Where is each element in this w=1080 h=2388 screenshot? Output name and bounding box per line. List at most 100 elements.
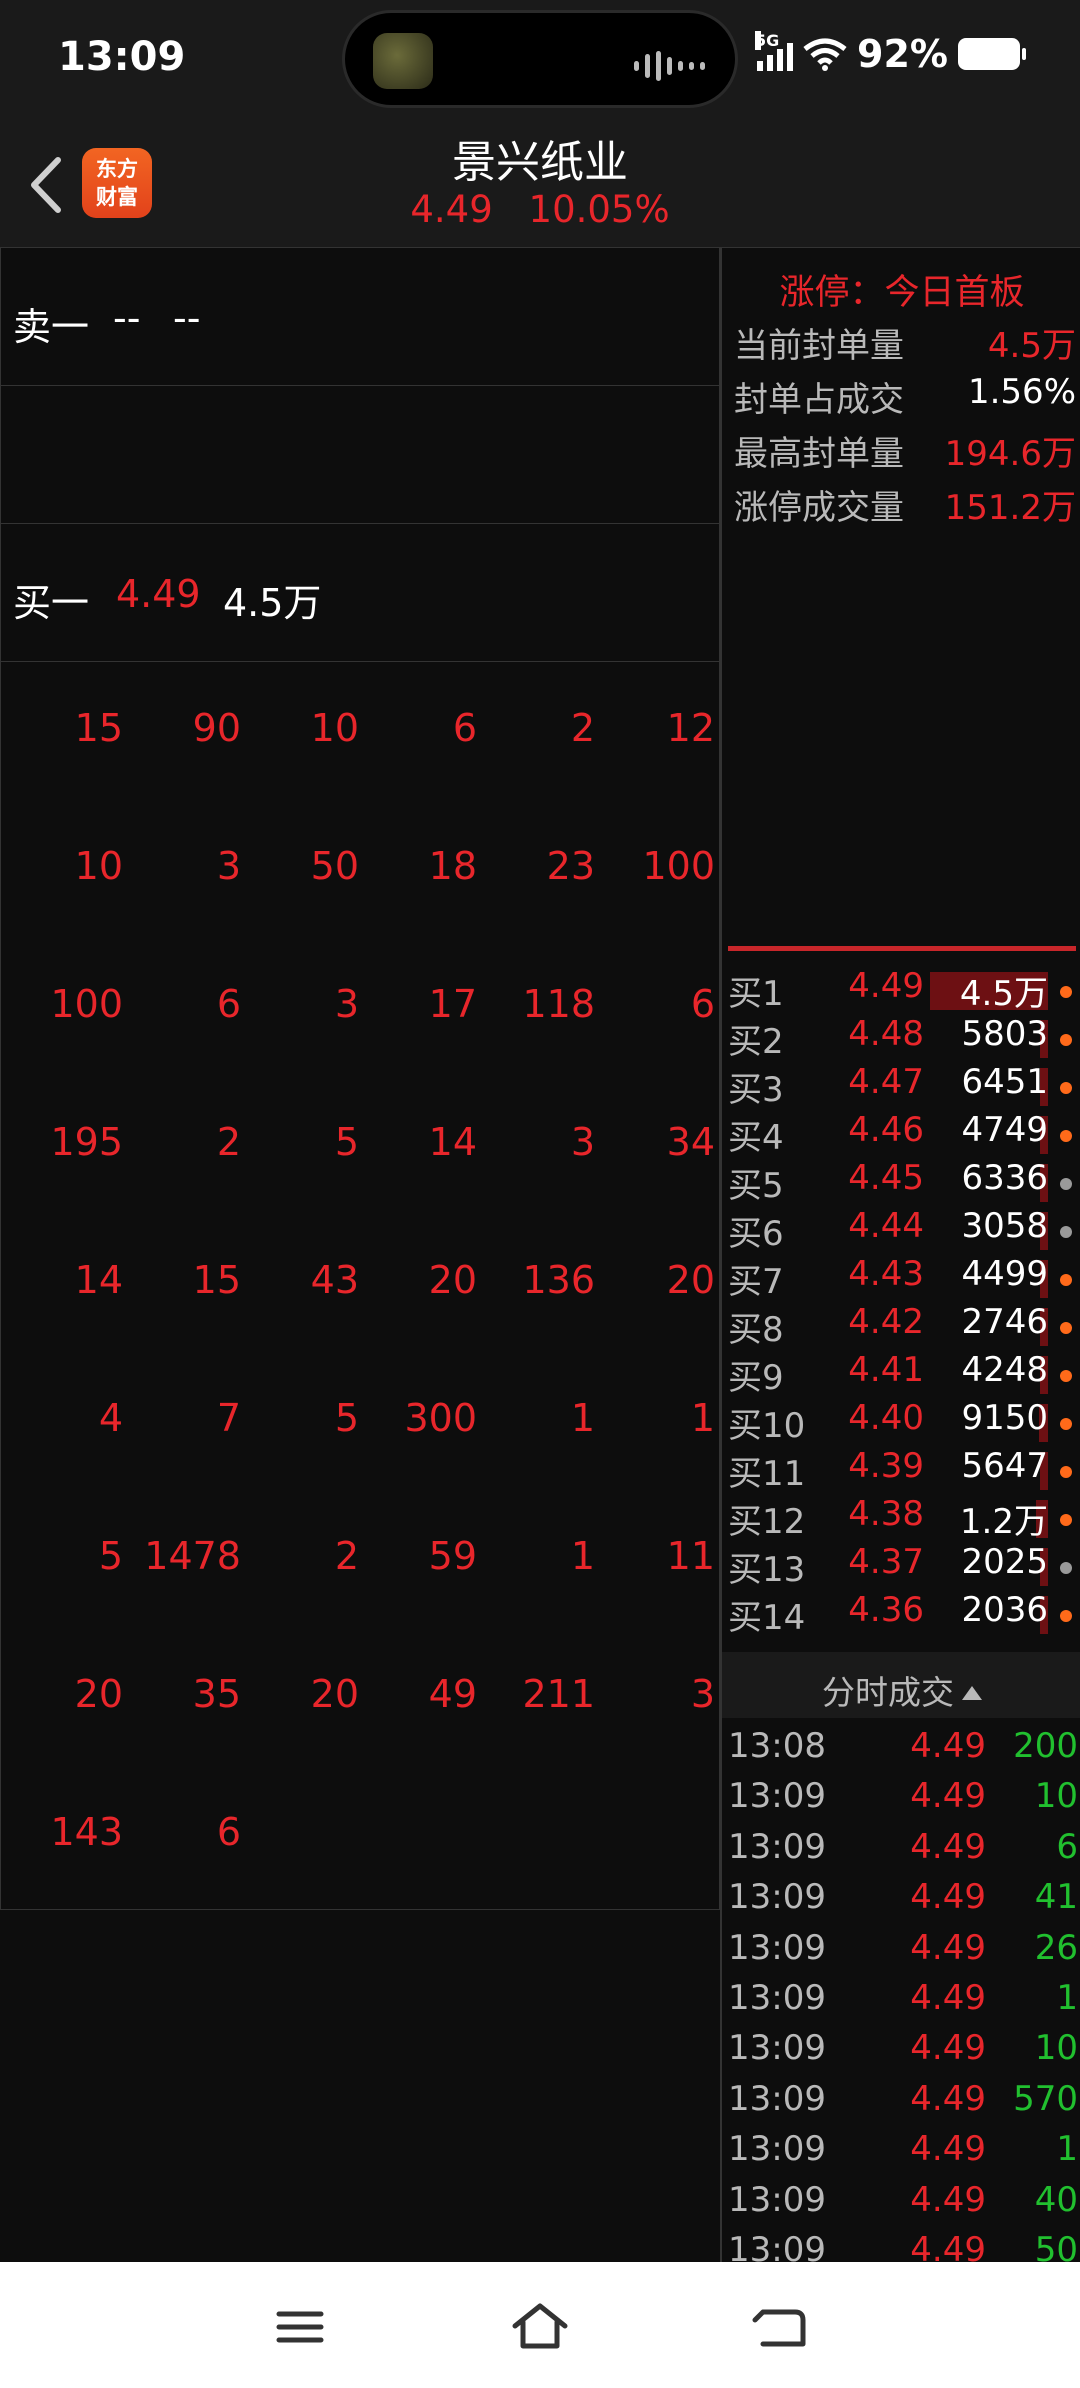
buy-queue-label: 买7 xyxy=(728,1262,784,1302)
sort-up-icon xyxy=(962,1686,982,1700)
limit-stat-value: 4.5万 xyxy=(987,326,1076,366)
buy-queue-volume: 6336 xyxy=(961,1158,1048,1198)
buy-queue-label: 买4 xyxy=(728,1118,784,1158)
media-thumbnail xyxy=(373,33,433,89)
buy-queue-price: 4.39 xyxy=(848,1446,924,1486)
order-grid-cell: 20 xyxy=(666,1258,715,1302)
buy-queue-row[interactable]: 买6 4.44 3058 xyxy=(722,1206,1080,1254)
stock-price: 4.49 xyxy=(410,188,493,231)
stock-header: 东方 财富 景兴纸业 4.49 10.05% xyxy=(0,120,1080,248)
buy-queue-volume: 2025 xyxy=(961,1542,1048,1582)
queue-status-dot-icon xyxy=(1060,1034,1072,1046)
menu-icon[interactable] xyxy=(265,2292,335,2362)
order-grid-cell: 23 xyxy=(546,844,595,888)
order-grid-cell: 5 xyxy=(98,1534,123,1578)
order-grid-row: 5 1478 2 59 1 11 xyxy=(1,1490,721,1628)
home-icon[interactable] xyxy=(505,2292,575,2362)
order-grid-cell: 6 xyxy=(690,982,715,1026)
buy-queue-volume: 4749 xyxy=(961,1110,1048,1150)
buy-queue-label: 买10 xyxy=(728,1406,806,1446)
order-grid-cell: 50 xyxy=(310,844,359,888)
buy-queue-row[interactable]: 买14 4.36 2036 xyxy=(722,1590,1080,1638)
buy-queue-price: 4.42 xyxy=(848,1302,924,1342)
queue-status-dot-icon xyxy=(1060,1418,1072,1430)
buy-queue-row[interactable]: 买5 4.45 6336 xyxy=(722,1158,1080,1206)
buy-one-price: 4.49 xyxy=(116,572,201,616)
tick-row: 13:09 4.49 570 xyxy=(722,2079,1080,2129)
tick-row: 13:09 4.49 10 xyxy=(722,2028,1080,2078)
status-indicators: 5G 92% xyxy=(755,31,1026,76)
sell-one-row[interactable]: 卖一 -- -- xyxy=(0,248,720,386)
queue-status-dot-icon xyxy=(1060,1322,1072,1334)
buy-queue-price: 4.47 xyxy=(848,1062,924,1102)
buy-queue-row[interactable]: 买9 4.41 4248 xyxy=(722,1350,1080,1398)
buy-queue-price: 4.40 xyxy=(848,1398,924,1438)
back-icon[interactable] xyxy=(745,2292,815,2362)
limit-stat-row: 最高封单量 194.6万 xyxy=(734,426,1076,480)
order-grid-row: 15 90 10 6 2 12 xyxy=(1,662,721,800)
buy-queue-row[interactable]: 买3 4.47 6451 xyxy=(722,1062,1080,1110)
order-grid-cell: 17 xyxy=(428,982,477,1026)
order-grid-cell: 3 xyxy=(690,1672,715,1716)
order-grid-row: 14 15 43 20 136 20 xyxy=(1,1214,721,1352)
queue-status-dot-icon xyxy=(1060,1274,1072,1286)
buy-queue-row[interactable]: 买10 4.40 9150 xyxy=(722,1398,1080,1446)
order-grid-cell: 1478 xyxy=(144,1534,241,1578)
tick-price: 4.49 xyxy=(910,1726,986,1766)
limit-stat-row: 当前封单量 4.5万 xyxy=(734,318,1076,372)
limit-stat-label: 最高封单量 xyxy=(734,434,904,474)
dynamic-island[interactable] xyxy=(342,10,738,108)
buy-queue-price: 4.48 xyxy=(848,1014,924,1054)
buy-queue-row[interactable]: 买11 4.39 5647 xyxy=(722,1446,1080,1494)
order-grid-cell: 35 xyxy=(192,1672,241,1716)
limit-stat-value: 151.2万 xyxy=(944,488,1076,528)
queue-status-dot-icon xyxy=(1060,1466,1072,1478)
tick-price: 4.49 xyxy=(910,2028,986,2069)
buy-queue-price: 4.45 xyxy=(848,1158,924,1198)
buy-queue-row[interactable]: 买12 4.38 1.2万 xyxy=(722,1494,1080,1542)
tick-price: 4.49 xyxy=(910,1776,986,1817)
limit-stat-label: 封单占成交 xyxy=(734,380,904,420)
buy-queue-volume: 1.2万 xyxy=(959,1502,1048,1542)
stock-name: 景兴纸业 xyxy=(452,137,628,188)
buy-queue-row[interactable]: 买4 4.46 4749 xyxy=(722,1110,1080,1158)
order-grid-cell: 195 xyxy=(50,1120,123,1164)
buy-queue-row[interactable]: 买2 4.48 5803 xyxy=(722,1014,1080,1062)
tick-volume: 41 xyxy=(1034,1877,1078,1918)
limit-up-title: 涨停：今日首板 xyxy=(779,273,1025,313)
tick-row: 13:09 4.49 6 xyxy=(722,1827,1080,1877)
order-grid-cell: 20 xyxy=(428,1258,477,1302)
right-panel: 涨停：今日首板 当前封单量 4.5万 封单占成交 1.56% 最高封单量 194.6万 涨停… xyxy=(720,248,1080,2270)
buy-queue-volume: 6451 xyxy=(961,1062,1048,1102)
tick-volume: 40 xyxy=(1034,2179,1078,2220)
order-grid-cell: 49 xyxy=(428,1672,477,1716)
order-grid-cell: 14 xyxy=(428,1120,477,1164)
buy-queue-price: 4.41 xyxy=(848,1350,924,1390)
buy-queue-volume: 5647 xyxy=(961,1446,1048,1486)
buy-queue-label: 买3 xyxy=(728,1070,784,1110)
buy-queue-label: 买9 xyxy=(728,1358,784,1398)
buy-queue-row[interactable]: 买7 4.43 4499 xyxy=(722,1254,1080,1302)
buy-queue-row[interactable]: 买13 4.37 2025 xyxy=(722,1542,1080,1590)
buy-queue-row[interactable]: 买1 4.49 4.5万 xyxy=(722,966,1080,1014)
queue-status-dot-icon xyxy=(1060,1514,1072,1526)
tick-price: 4.49 xyxy=(910,1927,986,1968)
queue-status-dot-icon xyxy=(1060,1370,1072,1382)
buy-queue-volume: 3058 xyxy=(961,1206,1048,1246)
buy-queue-row[interactable]: 买8 4.42 2746 xyxy=(722,1302,1080,1350)
tick-time: 13:09 xyxy=(728,1776,826,1817)
tick-time: 13:08 xyxy=(728,1726,826,1766)
queue-status-dot-icon xyxy=(1060,1130,1072,1142)
limit-stat-row: 封单占成交 1.56% xyxy=(734,372,1076,426)
tick-row: 13:09 4.49 1 xyxy=(722,1978,1080,2028)
queue-status-dot-icon xyxy=(1060,1226,1072,1238)
order-grid-cell: 7 xyxy=(216,1396,241,1440)
order-grid-cell: 15 xyxy=(192,1258,241,1302)
queue-status-dot-icon xyxy=(1060,1178,1072,1190)
queue-status-dot-icon xyxy=(1060,1082,1072,1094)
buy-one-volume: 4.5万 xyxy=(223,581,322,625)
tick-price: 4.49 xyxy=(910,2078,986,2119)
buy-one-row[interactable]: 买一 4.49 4.5万 xyxy=(0,524,720,662)
ticks-header[interactable]: 分时成交 xyxy=(722,1652,1080,1718)
queue-status-dot-icon xyxy=(1060,986,1072,998)
